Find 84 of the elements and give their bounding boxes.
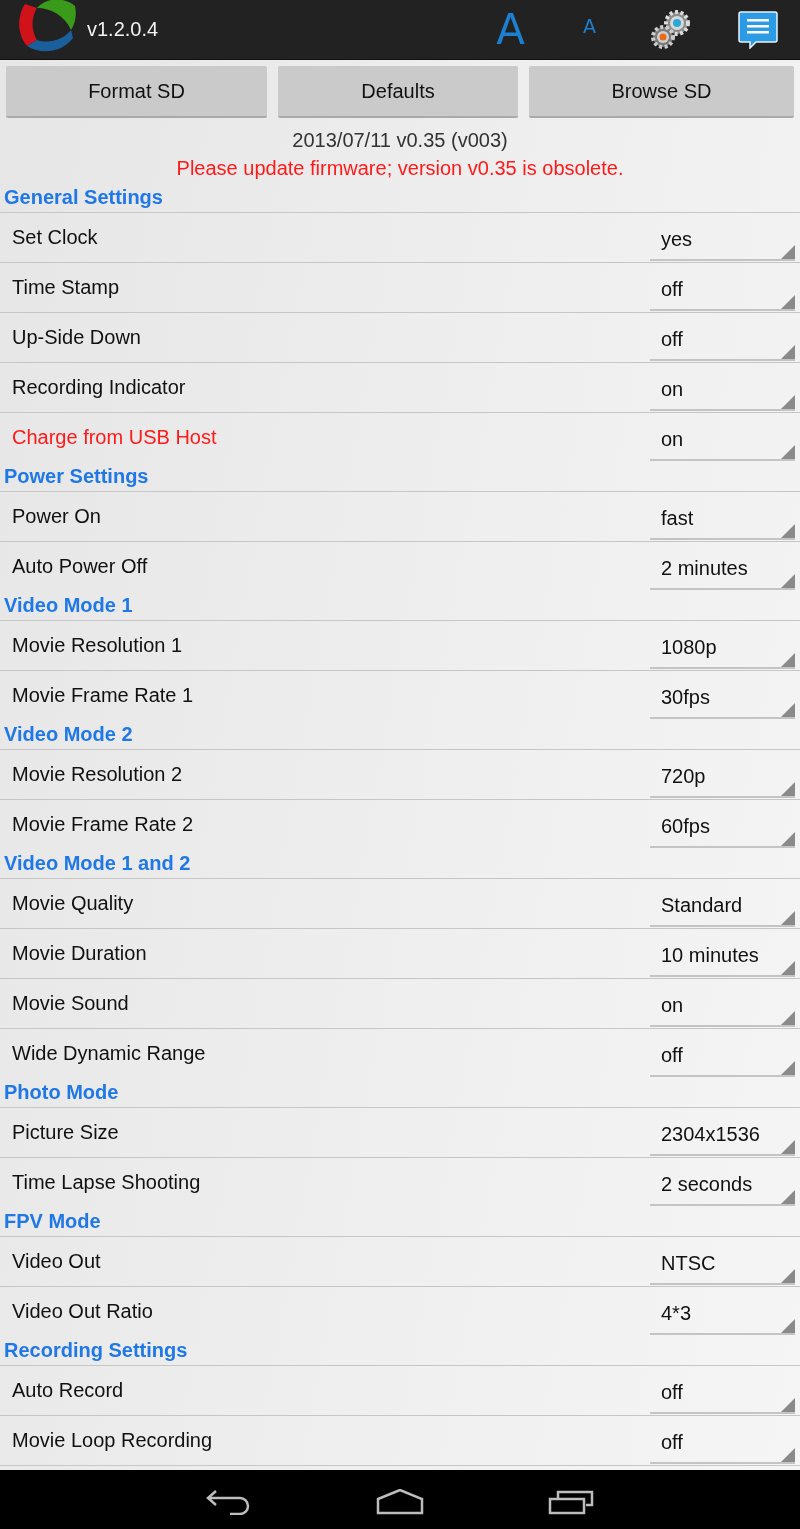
corner-triangle-icon bbox=[781, 444, 795, 459]
corner-triangle-icon bbox=[781, 1397, 795, 1412]
value-dropdown[interactable]: 30fps bbox=[650, 678, 795, 719]
setting-label: Video Out bbox=[12, 1250, 101, 1273]
value-dropdown[interactable]: off bbox=[650, 1373, 795, 1414]
corner-triangle-icon bbox=[781, 394, 795, 409]
setting-label: Up-Side Down bbox=[12, 326, 141, 349]
corner-triangle-icon bbox=[781, 960, 795, 975]
setting-label: Movie Duration bbox=[12, 942, 147, 965]
value-dropdown[interactable]: on bbox=[650, 370, 795, 411]
setting-label: Video Out Ratio bbox=[12, 1300, 153, 1323]
value-dropdown[interactable]: off bbox=[650, 270, 795, 311]
value-dropdown[interactable]: off bbox=[650, 320, 795, 361]
section-title: FPV Mode bbox=[4, 1210, 101, 1233]
corner-triangle-icon bbox=[781, 781, 795, 796]
corner-triangle-icon bbox=[781, 294, 795, 309]
home-icon[interactable] bbox=[376, 1488, 424, 1515]
corner-triangle-icon bbox=[781, 1318, 795, 1333]
corner-triangle-icon bbox=[781, 1139, 795, 1154]
section-title: Recording Settings bbox=[4, 1339, 188, 1362]
setting-label: Movie Loop Recording bbox=[12, 1429, 213, 1452]
corner-triangle-icon bbox=[781, 910, 795, 925]
setting-label: Set Clock bbox=[12, 226, 98, 249]
corner-triangle-icon bbox=[781, 244, 795, 259]
value-dropdown[interactable]: 60fps bbox=[650, 807, 795, 848]
value-dropdown[interactable]: yes bbox=[650, 220, 795, 261]
font-size-small-button[interactable]: A bbox=[583, 13, 596, 38]
setting-label: Movie Resolution 1 bbox=[12, 634, 183, 657]
setting-label: Power On bbox=[12, 505, 101, 528]
setting-label: Time Stamp bbox=[12, 276, 120, 299]
firmware-warning: Please update firmware; version v0.35 is obsolete. bbox=[176, 156, 624, 181]
corner-triangle-icon bbox=[781, 702, 795, 717]
corner-triangle-icon bbox=[781, 344, 795, 359]
setting-label: Auto Record bbox=[12, 1379, 124, 1402]
setting-label: Recording Indicator bbox=[12, 376, 186, 399]
value-dropdown[interactable]: off bbox=[650, 1423, 795, 1464]
section-title: Photo Mode bbox=[4, 1081, 119, 1104]
corner-triangle-icon bbox=[781, 1447, 795, 1462]
value-dropdown[interactable]: 10 minutes bbox=[650, 936, 795, 977]
action-button[interactable]: Defaults bbox=[278, 66, 518, 118]
font-size-large-button[interactable]: A bbox=[496, 5, 525, 54]
value-dropdown[interactable]: Standard bbox=[650, 886, 795, 927]
section-title: Video Mode 2 bbox=[4, 723, 133, 746]
setting-label: Time Lapse Shooting bbox=[12, 1171, 201, 1194]
corner-triangle-icon bbox=[781, 1010, 795, 1025]
value-dropdown[interactable]: 2 seconds bbox=[650, 1165, 795, 1206]
message-icon[interactable] bbox=[738, 10, 778, 49]
setting-label: Movie Frame Rate 2 bbox=[12, 813, 194, 836]
corner-triangle-icon bbox=[781, 1189, 795, 1204]
value-dropdown[interactable]: 4*3 bbox=[650, 1294, 795, 1335]
corner-triangle-icon bbox=[781, 831, 795, 846]
value-dropdown[interactable]: 1080p bbox=[650, 628, 795, 669]
section-title: Video Mode 1 and 2 bbox=[4, 852, 191, 875]
corner-triangle-icon bbox=[781, 573, 795, 588]
setting-label: Auto Power Off bbox=[12, 555, 148, 578]
section-title: Power Settings bbox=[4, 465, 149, 488]
setting-label: Picture Size bbox=[12, 1121, 119, 1144]
value-dropdown[interactable]: 720p bbox=[650, 757, 795, 798]
back-icon[interactable] bbox=[204, 1488, 252, 1515]
setting-label: Movie Quality bbox=[12, 892, 134, 915]
corner-triangle-icon bbox=[781, 652, 795, 667]
value-dropdown[interactable]: fast bbox=[650, 499, 795, 540]
corner-triangle-icon bbox=[781, 1060, 795, 1075]
setting-label: Movie Resolution 2 bbox=[12, 763, 183, 786]
section-title: Video Mode 1 bbox=[4, 594, 133, 617]
recent-apps-icon[interactable] bbox=[548, 1488, 596, 1515]
setting-label: Charge from USB Host bbox=[12, 426, 217, 449]
setting-label: Movie Frame Rate 1 bbox=[12, 684, 194, 707]
setting-label: Movie Sound bbox=[12, 992, 129, 1015]
action-button[interactable]: Format SD bbox=[6, 66, 267, 118]
action-button[interactable]: Browse SD bbox=[529, 66, 794, 118]
value-dropdown[interactable]: 2 minutes bbox=[650, 549, 795, 590]
corner-triangle-icon bbox=[781, 1268, 795, 1283]
value-dropdown[interactable]: off bbox=[650, 1036, 795, 1077]
corner-triangle-icon bbox=[781, 523, 795, 538]
section-title: General Settings bbox=[4, 186, 163, 209]
firmware-info: 2013/07/11 v0.35 (v003) bbox=[292, 128, 508, 153]
gears-icon[interactable] bbox=[650, 8, 692, 51]
value-dropdown[interactable]: NTSC bbox=[650, 1244, 795, 1285]
value-dropdown[interactable]: on bbox=[650, 986, 795, 1027]
value-dropdown[interactable]: on bbox=[650, 420, 795, 461]
value-dropdown[interactable]: 2304x1536 bbox=[650, 1115, 795, 1156]
app-version: v1.2.0.4 bbox=[87, 18, 159, 41]
setting-label: Wide Dynamic Range bbox=[12, 1042, 206, 1065]
